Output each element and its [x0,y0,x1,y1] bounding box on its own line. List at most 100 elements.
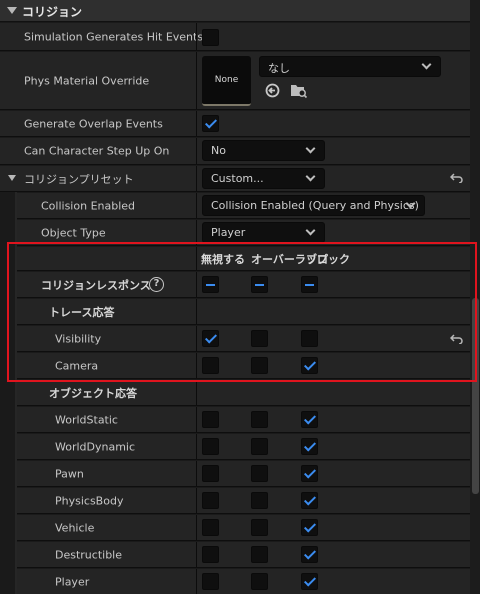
object-overlap-checkbox[interactable] [251,438,268,455]
object-channel-label: Pawn [55,467,84,480]
chevron-down-icon [305,171,316,182]
object-channel-label: PhysicsBody [55,494,124,507]
table-row: Pawn [17,461,470,487]
chevron-down-icon [305,143,316,154]
object-overlap-checkbox[interactable] [251,411,268,428]
trace-block-checkbox[interactable] [301,357,318,374]
row-simulation-hit: Simulation Generates Hit Events [0,23,470,51]
trace-ignore-checkbox[interactable] [202,357,219,374]
phys-material-dropdown[interactable]: なし [259,56,441,77]
trace-overlap-checkbox[interactable] [251,330,268,347]
table-row: Vehicle [17,515,470,541]
row-object-heading: オブジェクト応答 [17,380,470,406]
reset-arrow-icon[interactable] [449,173,464,184]
trace-channel-label: Visibility [55,332,102,345]
scrollbar-track[interactable] [470,0,480,594]
collision-preset-dropdown[interactable]: Custom... [202,168,325,189]
collision-preset-value: Custom... [211,172,264,185]
thumbnail-none-text: None [214,75,239,85]
row-collision-preset: コリジョンプリセット Custom... [0,166,470,192]
collapse-triangle-icon[interactable] [7,7,17,14]
object-overlap-checkbox[interactable] [251,546,268,563]
object-block-checkbox[interactable] [301,492,318,509]
step-up-label: Can Character Step Up On [24,144,170,158]
row-phys-material: Phys Material Override None なし [0,52,470,110]
reset-arrow-icon[interactable] [449,334,464,345]
responses-ignore-all-checkbox[interactable] [202,276,219,293]
table-row: Destructible [17,542,470,568]
object-ignore-checkbox[interactable] [202,519,219,536]
column-ignore: 無視する [201,252,245,266]
collision-enabled-value: Collision Enabled (Query and Physics) [211,199,419,212]
table-row: WorldDynamic [17,434,470,460]
object-ignore-checkbox[interactable] [202,546,219,563]
chevron-down-icon [305,225,316,236]
table-row: PhysicsBody [17,488,470,514]
object-responses-label: オブジェクト応答 [49,386,137,400]
table-row: WorldStatic [17,407,470,433]
scrollbar-thumb[interactable] [472,298,479,494]
responses-block-all-checkbox[interactable] [301,276,318,293]
collision-responses-label: コリジョンレスポンス [41,278,151,292]
table-row: Camera [17,353,470,379]
chevron-down-icon [421,59,432,70]
object-overlap-checkbox[interactable] [251,465,268,482]
object-type-value: Player [211,226,246,239]
object-overlap-checkbox[interactable] [251,492,268,509]
trace-block-checkbox[interactable] [301,330,318,347]
object-type-label: Object Type [41,226,106,239]
row-object-type: Object Type Player [17,220,470,246]
object-channel-label: Destructible [55,548,122,561]
row-collision-enabled: Collision Enabled Collision Enabled (Que… [17,193,470,219]
trace-responses-label: トレース応答 [49,305,115,319]
object-channel-label: WorldDynamic [55,440,136,453]
trace-ignore-checkbox[interactable] [202,330,219,347]
table-row: Visibility [17,326,470,352]
object-block-checkbox[interactable] [301,411,318,428]
object-block-checkbox[interactable] [301,573,318,590]
row-response-headers: 無視する オーバーラップ ブロック [17,247,470,271]
object-ignore-checkbox[interactable] [202,492,219,509]
trace-overlap-checkbox[interactable] [251,357,268,374]
column-block: ブロック [306,252,350,266]
preset-expand-triangle-icon[interactable] [8,175,16,181]
object-channel-label: Vehicle [55,521,95,534]
section-header-collision[interactable]: コリジョン [0,0,470,22]
object-block-checkbox[interactable] [301,465,318,482]
row-collision-responses: コリジョンレスポンス ? [17,272,470,298]
table-row: Player [17,569,470,594]
step-up-value: No [211,144,226,157]
use-selected-arrow-icon[interactable] [265,83,280,98]
overlap-events-label: Generate Overlap Events [24,117,163,130]
object-ignore-checkbox[interactable] [202,411,219,428]
object-channel-label: Player [55,575,90,588]
object-channel-label: WorldStatic [55,413,118,426]
row-trace-heading: トレース応答 [17,299,470,325]
object-block-checkbox[interactable] [301,546,318,563]
trace-channel-label: Camera [55,359,99,372]
phys-material-thumbnail[interactable]: None [202,56,251,106]
row-step-up: Can Character Step Up On No [0,138,470,165]
object-block-checkbox[interactable] [301,438,318,455]
object-overlap-checkbox[interactable] [251,573,268,590]
object-block-checkbox[interactable] [301,519,318,536]
object-ignore-checkbox[interactable] [202,465,219,482]
overlap-events-checkbox[interactable] [202,115,219,132]
browse-folder-icon[interactable] [290,82,308,99]
phys-material-label: Phys Material Override [24,74,150,87]
step-up-dropdown[interactable]: No [202,140,325,161]
help-icon[interactable]: ? [149,277,164,292]
details-panel: コリジョン Simulation Generates Hit Events Ph… [0,0,470,594]
phys-material-value: なし [268,62,290,75]
collision-enabled-dropdown[interactable]: Collision Enabled (Query and Physics) [202,195,425,216]
collision-preset-label: コリジョンプリセット [24,172,134,186]
responses-overlap-all-checkbox[interactable] [251,276,268,293]
simulation-hit-label: Simulation Generates Hit Events [24,30,204,43]
object-ignore-checkbox[interactable] [202,438,219,455]
object-type-dropdown[interactable]: Player [202,222,325,243]
object-overlap-checkbox[interactable] [251,519,268,536]
object-ignore-checkbox[interactable] [202,573,219,590]
row-overlap-events: Generate Overlap Events [0,111,470,137]
simulation-hit-checkbox[interactable] [202,29,219,46]
collision-enabled-label: Collision Enabled [41,199,136,212]
